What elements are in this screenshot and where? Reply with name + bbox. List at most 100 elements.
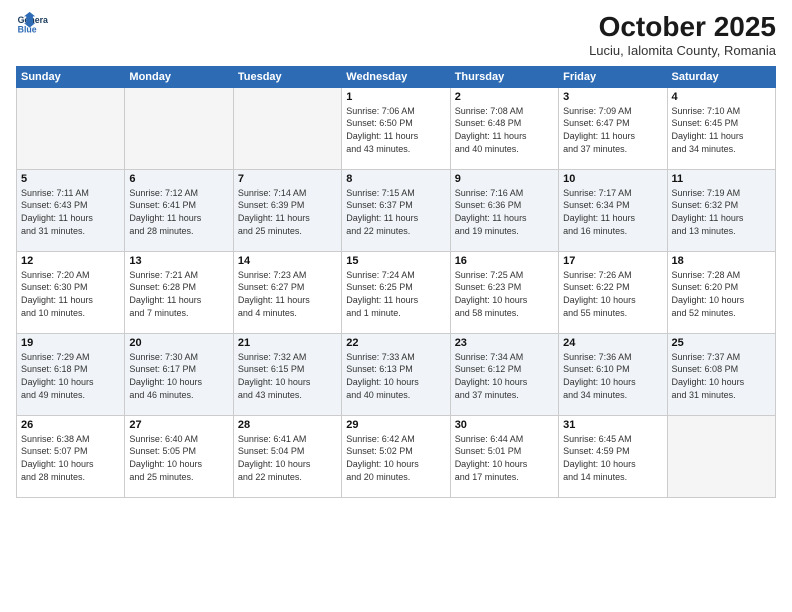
day-info: Sunrise: 7:33 AM Sunset: 6:13 PM Dayligh…	[346, 351, 445, 401]
day-info: Sunrise: 7:30 AM Sunset: 6:17 PM Dayligh…	[129, 351, 228, 401]
calendar-cell: 17 Sunrise: 7:26 AM Sunset: 6:22 PM Dayli…	[559, 251, 667, 333]
day-info: Sunrise: 7:10 AM Sunset: 6:45 PM Dayligh…	[672, 105, 771, 155]
day-number: 3	[563, 91, 662, 103]
day-number: 10	[563, 173, 662, 185]
day-info: Sunrise: 7:36 AM Sunset: 6:10 PM Dayligh…	[563, 351, 662, 401]
calendar-cell: 27 Sunrise: 6:40 AM Sunset: 5:05 PM Dayli…	[125, 415, 233, 497]
day-number: 24	[563, 337, 662, 349]
day-number: 17	[563, 255, 662, 267]
calendar-cell: 14 Sunrise: 7:23 AM Sunset: 6:27 PM Dayli…	[233, 251, 341, 333]
day-info: Sunrise: 6:40 AM Sunset: 5:05 PM Dayligh…	[129, 433, 228, 483]
day-number: 5	[21, 173, 120, 185]
weekday-header-row: SundayMondayTuesdayWednesdayThursdayFrid…	[17, 66, 776, 87]
calendar-cell: 9 Sunrise: 7:16 AM Sunset: 6:36 PM Daylig…	[450, 169, 558, 251]
day-number: 28	[238, 419, 337, 431]
calendar-cell: 21Sunrise: 7:32 AM Sunset: 6:15 PM Dayli…	[233, 333, 341, 415]
day-number: 16	[455, 255, 554, 267]
day-info: Sunrise: 7:16 AM Sunset: 6:36 PM Dayligh…	[455, 187, 554, 237]
calendar-cell: 25 Sunrise: 7:37 AM Sunset: 6:08 PM Dayli…	[667, 333, 775, 415]
title-block: October 2025 Luciu, Ialomita County, Rom…	[589, 12, 776, 58]
logo: General Blue	[16, 12, 48, 40]
calendar-cell: 5 Sunrise: 7:11 AM Sunset: 6:43 PM Daylig…	[17, 169, 125, 251]
svg-text:Blue: Blue	[18, 24, 37, 34]
calendar-cell: 10 Sunrise: 7:17 AM Sunset: 6:34 PM Dayli…	[559, 169, 667, 251]
day-info: Sunrise: 7:14 AM Sunset: 6:39 PM Dayligh…	[238, 187, 337, 237]
weekday-header: Sunday	[17, 66, 125, 87]
day-info: Sunrise: 7:24 AM Sunset: 6:25 PM Dayligh…	[346, 269, 445, 319]
day-number: 4	[672, 91, 771, 103]
weekday-header: Tuesday	[233, 66, 341, 87]
day-info: Sunrise: 6:45 AM Sunset: 4:59 PM Dayligh…	[563, 433, 662, 483]
calendar-week-row: 12Sunrise: 7:20 AM Sunset: 6:30 PM Dayli…	[17, 251, 776, 333]
calendar-cell: 20 Sunrise: 7:30 AM Sunset: 6:17 PM Dayli…	[125, 333, 233, 415]
day-info: Sunrise: 7:32 AM Sunset: 6:15 PM Dayligh…	[238, 351, 337, 401]
subtitle: Luciu, Ialomita County, Romania	[589, 43, 776, 58]
day-number: 27	[129, 419, 228, 431]
day-number: 2	[455, 91, 554, 103]
day-info: Sunrise: 7:17 AM Sunset: 6:34 PM Dayligh…	[563, 187, 662, 237]
calendar-cell: 30 Sunrise: 6:44 AM Sunset: 5:01 PM Dayli…	[450, 415, 558, 497]
calendar-cell	[125, 87, 233, 169]
calendar-week-row: 1 Sunrise: 7:06 AM Sunset: 6:50 PM Daylig…	[17, 87, 776, 169]
day-info: Sunrise: 7:21 AM Sunset: 6:28 PM Dayligh…	[129, 269, 228, 319]
day-info: Sunrise: 6:44 AM Sunset: 5:01 PM Dayligh…	[455, 433, 554, 483]
day-info: Sunrise: 7:26 AM Sunset: 6:22 PM Dayligh…	[563, 269, 662, 319]
weekday-header: Thursday	[450, 66, 558, 87]
day-number: 14	[238, 255, 337, 267]
logo-icon: General Blue	[16, 12, 48, 40]
calendar-cell: 4 Sunrise: 7:10 AM Sunset: 6:45 PM Daylig…	[667, 87, 775, 169]
day-info: Sunrise: 7:06 AM Sunset: 6:50 PM Dayligh…	[346, 105, 445, 155]
weekday-header: Monday	[125, 66, 233, 87]
calendar-week-row: 26 Sunrise: 6:38 AM Sunset: 5:07 PM Dayli…	[17, 415, 776, 497]
weekday-header: Friday	[559, 66, 667, 87]
calendar-cell: 1 Sunrise: 7:06 AM Sunset: 6:50 PM Daylig…	[342, 87, 450, 169]
calendar-cell: 31 Sunrise: 6:45 AM Sunset: 4:59 PM Dayli…	[559, 415, 667, 497]
calendar-cell	[233, 87, 341, 169]
calendar-cell: 26 Sunrise: 6:38 AM Sunset: 5:07 PM Dayli…	[17, 415, 125, 497]
day-number: 18	[672, 255, 771, 267]
calendar-cell: 13Sunrise: 7:21 AM Sunset: 6:28 PM Dayli…	[125, 251, 233, 333]
day-info: Sunrise: 7:23 AM Sunset: 6:27 PM Dayligh…	[238, 269, 337, 319]
day-info: Sunrise: 7:34 AM Sunset: 6:12 PM Dayligh…	[455, 351, 554, 401]
calendar-cell: 15 Sunrise: 7:24 AM Sunset: 6:25 PM Dayli…	[342, 251, 450, 333]
month-title: October 2025	[589, 12, 776, 43]
day-info: Sunrise: 7:37 AM Sunset: 6:08 PM Dayligh…	[672, 351, 771, 401]
day-number: 22	[346, 337, 445, 349]
calendar-cell: 24 Sunrise: 7:36 AM Sunset: 6:10 PM Dayli…	[559, 333, 667, 415]
day-number: 31	[563, 419, 662, 431]
day-number: 20	[129, 337, 228, 349]
day-number: 11	[672, 173, 771, 185]
day-number: 19	[21, 337, 120, 349]
calendar-cell: 28Sunrise: 6:41 AM Sunset: 5:04 PM Dayli…	[233, 415, 341, 497]
day-number: 9	[455, 173, 554, 185]
day-number: 1	[346, 91, 445, 103]
day-info: Sunrise: 6:42 AM Sunset: 5:02 PM Dayligh…	[346, 433, 445, 483]
day-number: 7	[238, 173, 337, 185]
day-number: 15	[346, 255, 445, 267]
calendar-cell: 6 Sunrise: 7:12 AM Sunset: 6:41 PM Daylig…	[125, 169, 233, 251]
day-number: 30	[455, 419, 554, 431]
day-number: 23	[455, 337, 554, 349]
day-info: Sunrise: 7:12 AM Sunset: 6:41 PM Dayligh…	[129, 187, 228, 237]
day-info: Sunrise: 7:11 AM Sunset: 6:43 PM Dayligh…	[21, 187, 120, 237]
day-info: Sunrise: 7:20 AM Sunset: 6:30 PM Dayligh…	[21, 269, 120, 319]
page: General Blue October 2025 Luciu, Ialomit…	[0, 0, 792, 612]
weekday-header: Wednesday	[342, 66, 450, 87]
calendar-cell: 2Sunrise: 7:08 AM Sunset: 6:48 PM Daylig…	[450, 87, 558, 169]
day-number: 26	[21, 419, 120, 431]
day-number: 6	[129, 173, 228, 185]
calendar-week-row: 19 Sunrise: 7:29 AM Sunset: 6:18 PM Dayli…	[17, 333, 776, 415]
day-info: Sunrise: 7:29 AM Sunset: 6:18 PM Dayligh…	[21, 351, 120, 401]
day-info: Sunrise: 7:09 AM Sunset: 6:47 PM Dayligh…	[563, 105, 662, 155]
day-number: 29	[346, 419, 445, 431]
day-info: Sunrise: 7:15 AM Sunset: 6:37 PM Dayligh…	[346, 187, 445, 237]
day-info: Sunrise: 7:19 AM Sunset: 6:32 PM Dayligh…	[672, 187, 771, 237]
calendar: SundayMondayTuesdayWednesdayThursdayFrid…	[16, 66, 776, 498]
calendar-cell: 8Sunrise: 7:15 AM Sunset: 6:37 PM Daylig…	[342, 169, 450, 251]
calendar-cell: 19 Sunrise: 7:29 AM Sunset: 6:18 PM Dayli…	[17, 333, 125, 415]
day-info: Sunrise: 6:38 AM Sunset: 5:07 PM Dayligh…	[21, 433, 120, 483]
calendar-cell: 11 Sunrise: 7:19 AM Sunset: 6:32 PM Dayli…	[667, 169, 775, 251]
calendar-cell: 3 Sunrise: 7:09 AM Sunset: 6:47 PM Daylig…	[559, 87, 667, 169]
day-number: 25	[672, 337, 771, 349]
calendar-cell	[17, 87, 125, 169]
